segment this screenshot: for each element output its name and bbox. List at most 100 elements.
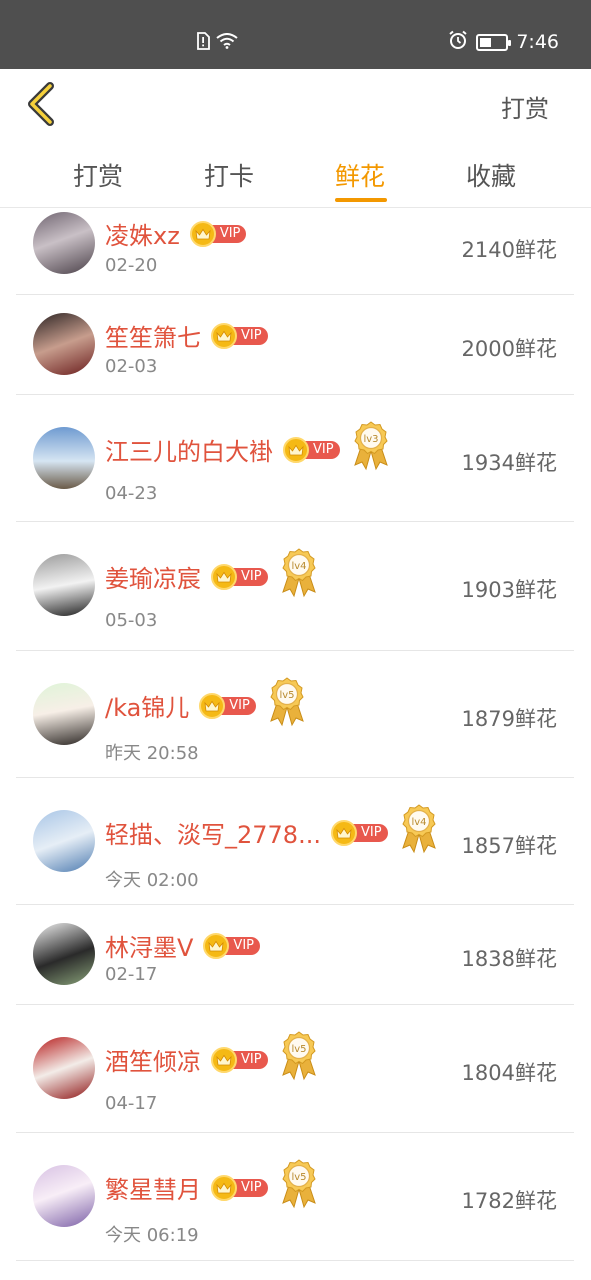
crown-icon bbox=[211, 322, 237, 349]
avatar[interactable] bbox=[33, 1165, 95, 1227]
list-item[interactable]: 江三儿的白大褂 VIP lv3 04-23 1934鲜花 bbox=[0, 395, 591, 522]
username[interactable]: 酒笙倾凉 bbox=[105, 1042, 201, 1077]
username[interactable]: 繁星彗月 bbox=[105, 1170, 201, 1205]
battery-fill bbox=[480, 37, 492, 47]
flower-amount: 1782鲜花 bbox=[461, 1189, 557, 1213]
crown-icon bbox=[203, 932, 230, 959]
name-line: 笙笙箫七 VIP bbox=[105, 318, 268, 353]
vip-badge: VIP bbox=[189, 220, 247, 247]
avatar[interactable] bbox=[33, 427, 95, 489]
timestamp: 02-03 bbox=[105, 356, 158, 377]
avatar[interactable] bbox=[33, 923, 95, 985]
vip-badge: VIP bbox=[211, 1046, 268, 1073]
name-line: 林浔墨V VIP bbox=[105, 928, 260, 963]
crown-icon bbox=[211, 1174, 237, 1201]
level-text: lv4 bbox=[411, 817, 426, 828]
vip-badge: VIP bbox=[211, 1174, 268, 1201]
tab-checkin[interactable]: 打卡 bbox=[204, 157, 254, 193]
battery-icon bbox=[476, 33, 512, 51]
crown-icon bbox=[330, 819, 357, 846]
name-line: 姜瑜凉宸 VIP bbox=[105, 559, 268, 594]
vip-badge: VIP bbox=[199, 692, 256, 719]
flower-amount: 1934鲜花 bbox=[461, 451, 557, 475]
back-button[interactable] bbox=[22, 81, 62, 127]
timestamp: 05-03 bbox=[105, 610, 158, 631]
crown-icon bbox=[199, 692, 226, 719]
list-item[interactable]: 凌姝xz VIP 02-20 2140鲜花 bbox=[0, 208, 591, 295]
flower-amount: 2000鲜花 bbox=[461, 337, 557, 361]
tab-bar: 打赏 打卡 鲜花 收藏 bbox=[0, 141, 591, 208]
crown-icon bbox=[283, 436, 309, 463]
vip-badge: VIP bbox=[203, 932, 260, 959]
avatar[interactable] bbox=[33, 1037, 95, 1099]
username[interactable]: 笙笙箫七 bbox=[105, 318, 201, 353]
timestamp: 今天 06:19 bbox=[105, 1225, 199, 1246]
level-badge-icon: lv5 bbox=[280, 1031, 318, 1085]
list-item[interactable]: 姜瑜凉宸 VIP lv4 05-03 1903鲜花 bbox=[0, 522, 591, 651]
crown-icon bbox=[211, 1046, 237, 1073]
status-icons-center bbox=[196, 32, 238, 54]
flower-amount: 2140鲜花 bbox=[461, 238, 557, 262]
level-badge-icon: lv5 bbox=[280, 1159, 318, 1213]
name-line: /ka锦儿 VIP bbox=[105, 688, 256, 723]
list-item[interactable]: 轻描、淡写_2778... VIP lv4 今天 02:00 1857鲜花 bbox=[0, 778, 591, 905]
level-badge-icon: lv5 bbox=[268, 677, 306, 731]
list-item[interactable]: 繁星彗月 VIP lv5 今天 06:19 1782鲜花 bbox=[0, 1133, 591, 1261]
avatar[interactable] bbox=[33, 683, 95, 745]
crown-icon bbox=[211, 563, 237, 590]
level-text: lv5 bbox=[291, 1044, 306, 1055]
flower-amount: 1857鲜花 bbox=[461, 834, 557, 858]
username[interactable]: 凌姝xz bbox=[105, 216, 180, 251]
timestamp: 02-17 bbox=[105, 964, 158, 985]
username[interactable]: 江三儿的白大褂 bbox=[105, 432, 273, 467]
name-line: 酒笙倾凉 VIP bbox=[105, 1042, 268, 1077]
level-text: lv4 bbox=[291, 561, 306, 572]
list-item[interactable]: 笙笙箫七 VIP 02-03 2000鲜花 bbox=[0, 295, 591, 395]
wifi-icon bbox=[216, 33, 238, 53]
timestamp: 04-17 bbox=[105, 1093, 158, 1114]
level-text: lv5 bbox=[279, 690, 294, 701]
level-badge-icon: lv4 bbox=[400, 804, 438, 858]
level-text: lv3 bbox=[363, 434, 378, 445]
level-badge-icon: lv4 bbox=[280, 548, 318, 602]
chevron-left-icon bbox=[28, 82, 54, 126]
level-badge-icon: lv3 bbox=[352, 421, 390, 475]
username[interactable]: 姜瑜凉宸 bbox=[105, 559, 201, 594]
name-line: 轻描、淡写_2778... VIP bbox=[105, 815, 388, 850]
name-line: 凌姝xz VIP bbox=[105, 216, 247, 251]
timestamp: 今天 02:00 bbox=[105, 870, 199, 891]
tab-flowers[interactable]: 鲜花 bbox=[335, 157, 385, 193]
flower-ranking-list: 凌姝xz VIP 02-20 2140鲜花 笙笙箫七 VIP 02-03 2000鲜花 江三儿的… bbox=[0, 208, 591, 1280]
sim-card-icon bbox=[196, 32, 210, 54]
tab-reward[interactable]: 打赏 bbox=[73, 157, 123, 193]
status-bar: 7:46 bbox=[0, 0, 591, 69]
vip-badge: VIP bbox=[330, 819, 388, 846]
vip-badge: VIP bbox=[211, 563, 268, 590]
level-text: lv5 bbox=[291, 1172, 306, 1183]
avatar[interactable] bbox=[33, 810, 95, 872]
flower-amount: 1879鲜花 bbox=[461, 707, 557, 731]
list-item[interactable]: /ka锦儿 VIP lv5 昨天 20:58 1879鲜花 bbox=[0, 651, 591, 778]
status-icons-right: 7:46 bbox=[448, 30, 559, 54]
avatar[interactable] bbox=[33, 212, 95, 274]
crown-icon bbox=[189, 220, 216, 247]
tab-favorites[interactable]: 收藏 bbox=[466, 157, 516, 193]
timestamp: 昨天 20:58 bbox=[105, 743, 199, 764]
username[interactable]: 林浔墨V bbox=[105, 928, 193, 963]
flower-amount: 1903鲜花 bbox=[461, 578, 557, 602]
username[interactable]: /ka锦儿 bbox=[105, 688, 189, 723]
list-item[interactable]: 林浔墨V VIP 02-17 1838鲜花 bbox=[0, 905, 591, 1005]
username[interactable]: 轻描、淡写_2778... bbox=[105, 815, 321, 850]
list-item[interactable]: 酒笙倾凉 VIP lv5 04-17 1804鲜花 bbox=[0, 1005, 591, 1133]
flower-amount: 1804鲜花 bbox=[461, 1061, 557, 1085]
timestamp: 04-23 bbox=[105, 483, 158, 504]
name-line: 江三儿的白大褂 VIP bbox=[105, 432, 340, 467]
clock-time: 7:46 bbox=[516, 31, 559, 53]
name-line: 繁星彗月 VIP bbox=[105, 1170, 268, 1205]
alarm-icon bbox=[448, 30, 468, 54]
reward-action-button[interactable]: 打赏 bbox=[501, 89, 549, 124]
avatar[interactable] bbox=[33, 313, 95, 375]
vip-badge: VIP bbox=[211, 322, 268, 349]
active-tab-indicator bbox=[335, 198, 387, 202]
avatar[interactable] bbox=[33, 554, 95, 616]
